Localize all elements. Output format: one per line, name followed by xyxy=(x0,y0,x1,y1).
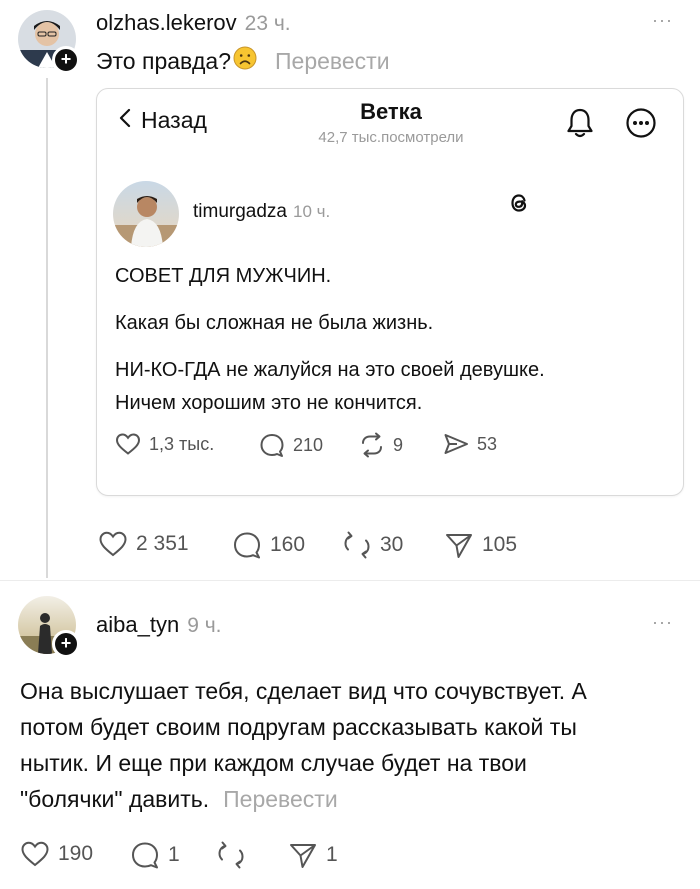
like-button[interactable]: 2 351 xyxy=(98,530,189,558)
avatar-timurgadza xyxy=(113,181,179,247)
reply-button[interactable]: 160 xyxy=(232,530,305,560)
embedded-line-4: Ничем хорошим это не кончится. xyxy=(115,392,423,414)
back-label: Назад xyxy=(141,107,207,133)
reply-line-1: Она выслушает тебя, сделает вид что сочу… xyxy=(20,678,587,704)
divider xyxy=(0,580,700,581)
translate-link[interactable]: Перевести xyxy=(275,48,390,75)
more-circle-icon xyxy=(625,107,657,144)
embedded-line-2: Какая бы сложная не была жизнь. xyxy=(115,312,434,334)
follow-plus-icon[interactable]: + xyxy=(52,46,80,74)
reply-shares-count: 1 xyxy=(326,843,338,866)
reply-heart-icon xyxy=(20,840,50,868)
post-timestamp: 23 ч. xyxy=(244,12,291,35)
reply-line-2: потом будет своим подругам рассказывать … xyxy=(20,714,577,740)
embedded-shares-count: 53 xyxy=(477,433,498,454)
share-button[interactable]: 105 xyxy=(444,530,517,560)
embedded-heart-icon xyxy=(115,432,141,456)
embedded-reposts-count: 9 xyxy=(393,434,404,455)
reply-reply-button[interactable]: 1 xyxy=(130,840,180,870)
more-options-icon[interactable]: ··· xyxy=(652,10,673,31)
reply-replies-count: 1 xyxy=(168,843,180,866)
embedded-line-3: НИ-КО-ГДА не жалуйся на это своей девушк… xyxy=(115,359,545,381)
replies-count: 160 xyxy=(270,533,306,556)
likes-count: 2 351 xyxy=(136,532,189,555)
embedded-replies-count: 210 xyxy=(293,434,324,455)
reply-share-button[interactable]: 1 xyxy=(288,840,338,870)
frowning-face-emoji-icon xyxy=(233,46,257,76)
bell-icon xyxy=(565,107,595,144)
embedded-send-icon xyxy=(443,432,469,456)
repost-icon xyxy=(342,530,372,560)
reply-line-3: нытик. И еще при каждом случае будет на … xyxy=(20,750,527,776)
embedded-timestamp: 10 ч. xyxy=(293,202,331,221)
reply-like-button[interactable]: 190 xyxy=(20,840,93,868)
embedded-likes-count: 1,3 тыс. xyxy=(149,433,215,454)
embedded-author-name: timurgadza xyxy=(193,201,287,222)
comment-icon xyxy=(232,530,262,560)
follow-plus-icon-reply[interactable]: + xyxy=(52,630,80,658)
reply-translate-link[interactable]: Перевести xyxy=(223,786,338,812)
views-count: 42,7 тыс.посмотрели xyxy=(318,129,464,146)
reply-username[interactable]: aiba_tyn xyxy=(96,612,179,638)
embedded-screenshot-card[interactable]: Назад Ветка 42,7 тыс.посмотрели timurgad… xyxy=(96,88,684,496)
embedded-comment-icon xyxy=(259,432,285,458)
reply-more-options-icon[interactable]: ··· xyxy=(652,612,673,633)
reply-line-4: "болячки" давить. xyxy=(20,786,210,812)
embedded-repost-icon xyxy=(359,432,385,458)
reply-repost-button[interactable] xyxy=(216,840,254,870)
reposts-count: 30 xyxy=(380,533,404,556)
reply-timestamp: 9 ч. xyxy=(187,614,222,637)
reply-comment-icon xyxy=(130,840,160,870)
repost-button[interactable]: 30 xyxy=(342,530,403,560)
thread-title: Ветка xyxy=(360,99,422,124)
threads-logo-icon xyxy=(507,191,531,220)
post-username[interactable]: olzhas.lekerov xyxy=(96,10,237,36)
reply-likes-count: 190 xyxy=(58,842,94,865)
back-chevron-icon xyxy=(119,107,131,134)
embedded-line-1: СОВЕТ ДЛЯ МУЖЧИН. xyxy=(115,265,332,287)
reply-repost-icon xyxy=(216,840,246,870)
post-text: Это правда? xyxy=(96,47,231,74)
reply-paper-plane-icon xyxy=(288,840,318,870)
paper-plane-icon xyxy=(444,530,474,560)
reply-text: Она выслушает тебя, сделает вид что сочу… xyxy=(20,673,670,817)
shares-count: 105 xyxy=(482,533,518,556)
thread-line xyxy=(46,78,48,578)
heart-icon xyxy=(98,530,128,558)
